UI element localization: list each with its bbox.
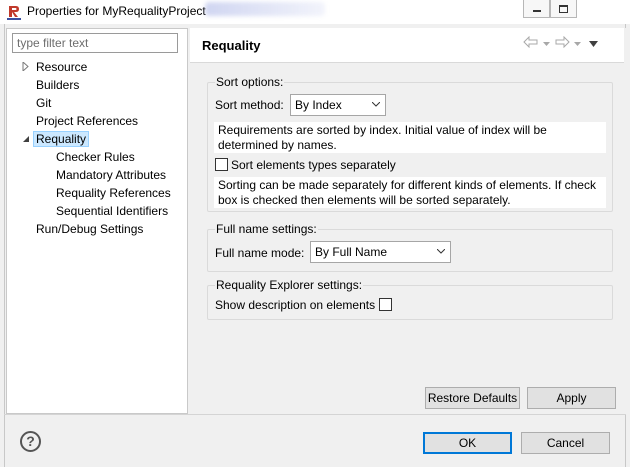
tree-item-label: Resource [36, 60, 88, 74]
sort-method-select[interactable]: By Index [290, 94, 386, 116]
tree-item-builders[interactable]: Builders [36, 76, 79, 94]
history-navigation [523, 35, 598, 51]
tree-item-requality[interactable]: Requality [33, 130, 90, 148]
requality-logo-icon [7, 6, 21, 20]
tree-item-label: Git [36, 96, 52, 110]
filter-input[interactable] [12, 33, 178, 53]
tree-item-project-references[interactable]: Project References [36, 112, 138, 130]
minimize-button[interactable] [523, 0, 550, 18]
expand-arrow-icon[interactable] [22, 60, 30, 73]
restore-defaults-button[interactable]: Restore Defaults [425, 387, 520, 409]
tree-item-mandatory-attributes[interactable]: Mandatory Attributes [56, 166, 166, 184]
apply-button[interactable]: Apply [527, 387, 616, 409]
sort-separately-label: Sort elements types separately [231, 158, 396, 172]
sort-separately-description: Sorting can be made separately for diffe… [214, 177, 606, 208]
sort-options-title: Sort options: [215, 75, 285, 89]
title-bar: Properties for MyRequalityProject [0, 0, 630, 24]
explorer-settings-title: Requality Explorer settings: [215, 278, 364, 292]
sort-method-description: Requirements are sorted by index. Initia… [214, 122, 606, 153]
forward-dropdown-icon[interactable] [574, 36, 581, 50]
sort-method-label: Sort method: [215, 98, 284, 112]
full-name-mode-label: Full name mode: [215, 246, 305, 260]
chevron-down-icon [372, 102, 380, 107]
tree-item-resource[interactable]: Resource [36, 58, 87, 76]
forward-arrow-icon[interactable] [554, 35, 570, 51]
full-name-title: Full name settings: [215, 222, 318, 236]
tree-item-label: Sequential Identifiers [56, 204, 169, 218]
tree-item-git[interactable]: Git [36, 94, 51, 112]
tree-item-label: Builders [36, 78, 80, 92]
full-name-mode-select[interactable]: By Full Name [310, 241, 451, 263]
background-window-blur [205, 2, 325, 16]
show-description-checkbox[interactable] [379, 298, 392, 311]
show-description-label: Show description on elements [215, 298, 376, 312]
tree-item-requality-references[interactable]: Requality References [56, 184, 171, 202]
tree-item-label: Project References [36, 114, 139, 128]
tree-item-label: Run/Debug Settings [36, 222, 144, 236]
tree-item-label: Mandatory Attributes [56, 168, 167, 182]
collapse-arrow-icon[interactable] [22, 135, 30, 143]
full-name-mode-value: By Full Name [315, 245, 388, 259]
tree-item-label: Requality [33, 131, 90, 147]
tree-item-checker-rules[interactable]: Checker Rules [56, 148, 135, 166]
window-title: Properties for MyRequalityProject [27, 4, 206, 18]
chevron-down-icon [437, 249, 445, 254]
sort-method-value: By Index [295, 98, 342, 112]
tree-item-sequential-identifiers[interactable]: Sequential Identifiers [56, 202, 168, 220]
help-icon[interactable]: ? [20, 431, 41, 452]
page-title: Requality [202, 38, 261, 53]
maximize-button[interactable] [550, 0, 577, 18]
ok-button[interactable]: OK [423, 432, 512, 454]
sort-separately-checkbox[interactable] [215, 158, 228, 171]
tree-item-label: Requality References [56, 186, 171, 200]
back-dropdown-icon[interactable] [543, 36, 550, 50]
cancel-button[interactable]: Cancel [521, 432, 610, 454]
bottom-divider [4, 414, 626, 415]
view-menu-icon[interactable] [589, 36, 598, 50]
tree-item-label: Checker Rules [56, 150, 135, 164]
tree-item-run-debug-settings[interactable]: Run/Debug Settings [36, 220, 143, 238]
back-arrow-icon[interactable] [523, 35, 539, 51]
